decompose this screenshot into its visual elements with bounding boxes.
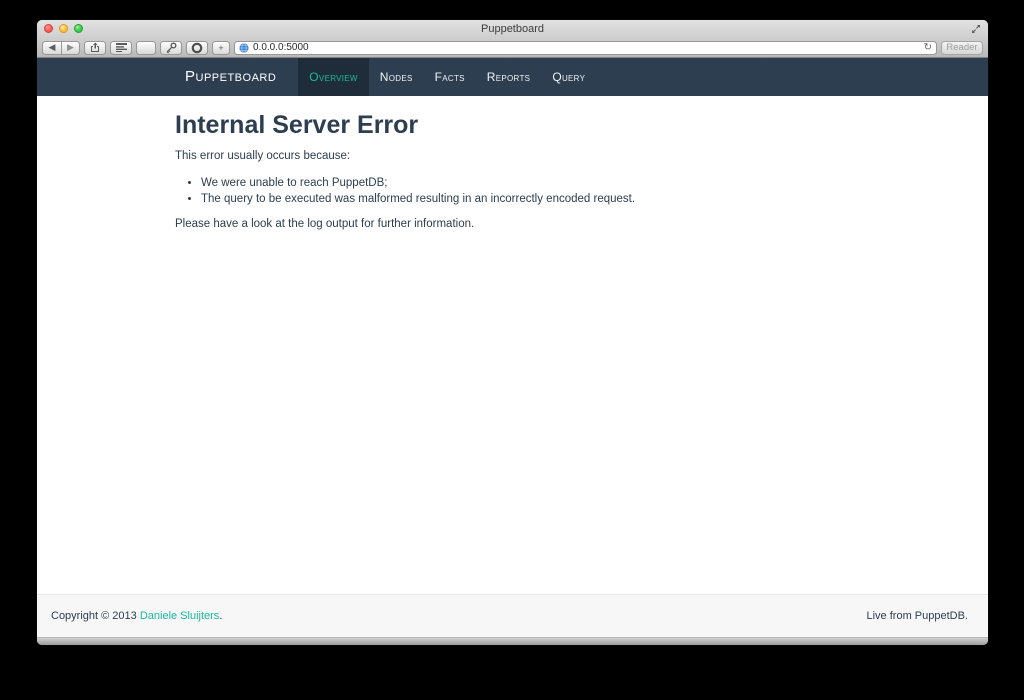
page-title: Internal Server Error [175, 110, 850, 140]
error-reason-item: We were unable to reach PuppetDB; [201, 176, 850, 192]
share-button[interactable] [84, 41, 106, 55]
url-text[interactable]: 0.0.0.0:5000 [253, 42, 920, 54]
plus-icon: + [218, 43, 223, 53]
error-reason-list: We were unable to reach PuppetDB; The qu… [175, 176, 850, 207]
error-reason-item: The query to be executed was malformed r… [201, 192, 850, 208]
copyright-period: . [219, 610, 222, 622]
history-nav: ◀ ▶ [42, 41, 80, 55]
traffic-lights [44, 24, 83, 33]
reload-icon[interactable]: ↻ [924, 43, 932, 53]
nav-item-facts[interactable]: Facts [424, 58, 476, 96]
globe-favicon [239, 43, 249, 53]
forward-icon: ▶ [67, 42, 74, 53]
blank-toolbar-button[interactable] [136, 41, 156, 55]
navbar-container: Puppetboard Overview Nodes Facts Reports… [175, 58, 850, 96]
back-button[interactable]: ◀ [42, 41, 61, 55]
error-intro: This error usually occurs because: [175, 149, 850, 164]
app-navbar: Puppetboard Overview Nodes Facts Reports… [37, 58, 988, 96]
key-icon [165, 42, 177, 54]
author-link[interactable]: Daniele Sluijters [140, 610, 219, 622]
ring-icon [191, 42, 203, 54]
main-content: Internal Server Error This error usually… [37, 96, 988, 594]
list-lines-icon [116, 43, 127, 52]
navbar-brand[interactable]: Puppetboard [175, 58, 286, 96]
address-bar[interactable]: 0.0.0.0:5000 ↻ [234, 41, 937, 55]
new-tab-button[interactable]: + [212, 41, 230, 55]
extension-button[interactable] [186, 41, 208, 55]
zoom-button[interactable] [74, 24, 83, 33]
page-footer: Copyright © 2013 Daniele Sluijters. Live… [37, 594, 988, 637]
minimize-button[interactable] [59, 24, 68, 33]
passwords-button[interactable] [160, 41, 182, 55]
reading-list-button[interactable] [110, 41, 132, 55]
back-icon: ◀ [49, 42, 56, 53]
nav-item-nodes[interactable]: Nodes [369, 58, 424, 96]
footer-right-text: Live from PuppetDB. [867, 610, 969, 622]
copyright: Copyright © 2013 Daniele Sluijters. [51, 610, 222, 622]
nav-item-overview[interactable]: Overview [298, 58, 368, 96]
nav-item-query[interactable]: Query [541, 58, 596, 96]
share-icon [89, 42, 101, 53]
close-button[interactable] [44, 24, 53, 33]
nav-item-reports[interactable]: Reports [476, 58, 542, 96]
reader-button[interactable]: Reader [941, 41, 983, 55]
window-title: Puppetboard [37, 20, 988, 38]
copyright-text: Copyright © 2013 [51, 610, 140, 622]
browser-window: Puppetboard ◀ ▶ [37, 20, 988, 645]
window-bottom-edge [37, 637, 988, 645]
error-outro: Please have a look at the log output for… [175, 217, 850, 232]
fullscreen-icon[interactable] [970, 23, 982, 35]
forward-button[interactable]: ▶ [61, 41, 80, 55]
browser-toolbar: ◀ ▶ [37, 38, 988, 58]
titlebar: Puppetboard [37, 20, 988, 38]
